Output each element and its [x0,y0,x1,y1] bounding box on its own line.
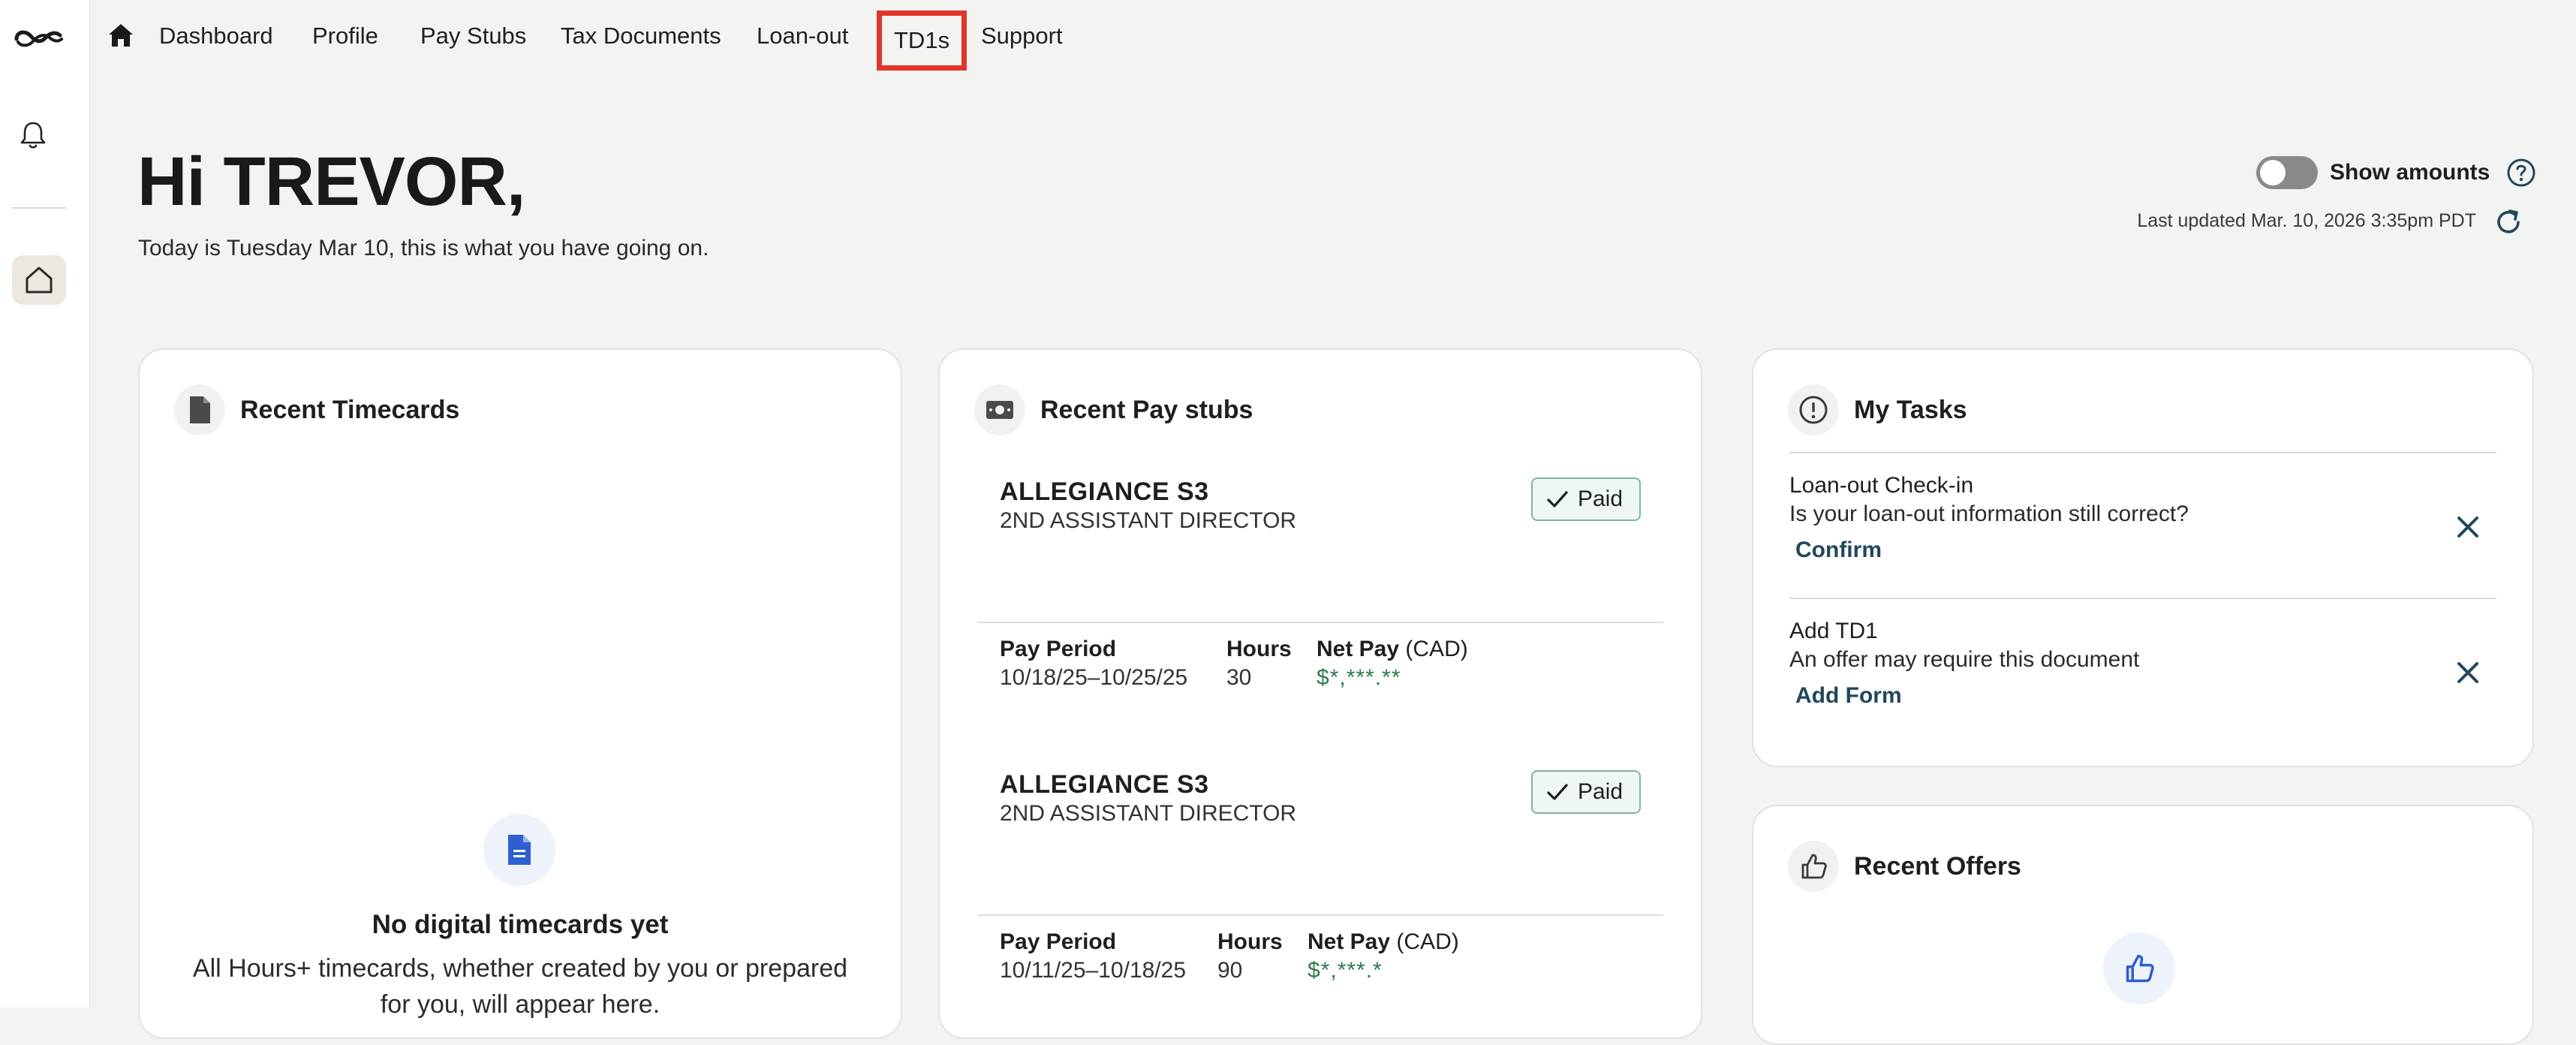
alert-circle-icon [1788,384,1839,435]
my-tasks-card: My Tasks Loan-out Check-in Is your loan-… [1752,348,2534,767]
check-icon [1547,491,1568,507]
timecards-empty-title: No digital timecards yet [372,910,669,939]
offers-header: Recent Offers [1788,841,2021,892]
page-subtitle: Today is Tuesday Mar 10, this is what yo… [138,236,709,260]
hours-header: Hours [1217,929,1283,954]
close-icon[interactable] [2453,512,2483,542]
net-pay-label: Net Pay [1317,637,1400,661]
paystub-divider [977,622,1663,623]
last-updated-text: Last updated Mar. 10, 2026 3:35pm PDT [2137,210,2476,231]
paystub-item[interactable]: ALLEGIANCE S3 2ND ASSISTANT DIRECTOR Pai… [1000,477,1641,534]
paystub-details: Pay Period 10/18/25–10/25/25 Hours 30 Ne… [1000,637,1468,691]
rail-home-button[interactable] [12,255,66,305]
net-pay-header: Net Pay (CAD) [1317,637,1468,662]
pay-period-column: Pay Period 10/11/25–10/18/25 [1000,929,1217,983]
paystubs-header: Recent Pay stubs [974,384,1253,435]
paystub-item[interactable]: ALLEGIANCE S3 2ND ASSISTANT DIRECTOR Pai… [1000,770,1641,827]
top-navigation: Dashboard Profile Pay Stubs Tax Document… [90,0,2576,72]
recent-offers-card: Recent Offers [1752,805,2534,1045]
net-pay-unit: (CAD) [1396,929,1459,954]
net-pay-column: Net Pay (CAD) $*,***.** [1317,637,1468,691]
paid-status-label: Paid [1577,486,1623,511]
paystub-divider [977,914,1663,916]
help-icon[interactable] [2506,158,2536,188]
bell-icon[interactable] [18,119,48,152]
task-divider [1789,598,2496,599]
offers-title: Recent Offers [1854,851,2021,881]
recent-paystubs-card: Recent Pay stubs ALLEGIANCE S3 2ND ASSIS… [938,348,1702,1039]
rail-divider [12,207,66,209]
net-pay-unit: (CAD) [1405,637,1468,661]
show-amounts-toggle[interactable] [2256,156,2318,189]
thumbs-up-icon [2103,932,2175,1004]
net-pay-header: Net Pay (CAD) [1308,929,1459,955]
paystub-details: Pay Period 10/11/25–10/18/25 Hours 90 Ne… [1000,929,1459,983]
brand-logo[interactable] [11,23,66,53]
paid-status-badge: Paid [1530,477,1641,521]
net-pay-label: Net Pay [1308,929,1391,954]
task-item-loanout-checkin: Loan-out Check-in Is your loan-out infor… [1789,473,2496,563]
hours-value: 90 [1217,958,1243,983]
pay-period-header: Pay Period [1000,929,1117,954]
hours-header: Hours [1226,637,1292,661]
nav-profile[interactable]: Profile [312,21,378,51]
timecards-title: Recent Timecards [240,395,460,424]
refresh-icon[interactable] [2492,206,2525,239]
close-icon[interactable] [2453,658,2483,688]
paid-status-badge: Paid [1530,770,1641,814]
add-form-link[interactable]: Add Form [1795,683,2496,709]
recent-timecards-card: Recent Timecards No digital timecards ye… [138,348,902,1039]
page-greeting: Hi TREVOR, [137,143,525,220]
check-icon [1547,784,1568,800]
pay-period-column: Pay Period 10/18/25–10/25/25 [1000,637,1226,691]
show-amounts-control: Show amounts [2256,155,2536,191]
net-pay-value: $*,***.** [1317,665,1401,690]
task-description: Is your loan-out information still corre… [1789,501,2189,526]
cash-icon [974,384,1025,435]
task-description: An offer may require this document [1789,647,2140,672]
nav-support[interactable]: Support [981,21,1063,51]
left-rail [0,0,90,1007]
thumbs-up-icon [1788,841,1839,892]
paystubs-title: Recent Pay stubs [1040,395,1253,424]
nav-td1s[interactable]: TD1s [877,11,968,71]
nav-tax-documents[interactable]: Tax Documents [561,21,721,51]
task-divider [1789,452,2496,453]
pay-period-value: 10/11/25–10/18/25 [1000,958,1187,983]
paid-status-label: Paid [1577,779,1623,804]
nav-loan-out[interactable]: Loan-out [757,21,848,51]
task-title: Add TD1 [1789,619,1878,643]
timecards-header: Recent Timecards [174,384,459,435]
tasks-title: My Tasks [1854,395,1967,424]
timecards-empty-description: All Hours+ timecards, whether created by… [192,954,848,1019]
hours-column: Hours 90 [1217,929,1308,983]
nav-dashboard[interactable]: Dashboard [159,21,273,51]
net-pay-value: $*,***.* [1308,958,1383,983]
toggle-knob [2260,160,2286,185]
show-amounts-label: Show amounts [2330,160,2490,185]
hours-column: Hours 30 [1226,637,1317,691]
home-icon[interactable] [107,21,135,50]
task-title: Loan-out Check-in [1789,473,1974,498]
confirm-link[interactable]: Confirm [1795,538,2496,563]
document-icon [174,384,225,435]
file-icon [483,814,555,886]
nav-pay-stubs[interactable]: Pay Stubs [420,21,526,51]
pay-period-header: Pay Period [1000,637,1117,661]
pay-period-value: 10/18/25–10/25/25 [1000,665,1188,690]
task-item-add-td1: Add TD1 An offer may require this docume… [1789,619,2496,709]
home-outline-icon [26,267,53,294]
tasks-header: My Tasks [1788,384,1967,435]
net-pay-column: Net Pay (CAD) $*,***.* [1308,929,1459,983]
hours-value: 30 [1226,665,1252,690]
